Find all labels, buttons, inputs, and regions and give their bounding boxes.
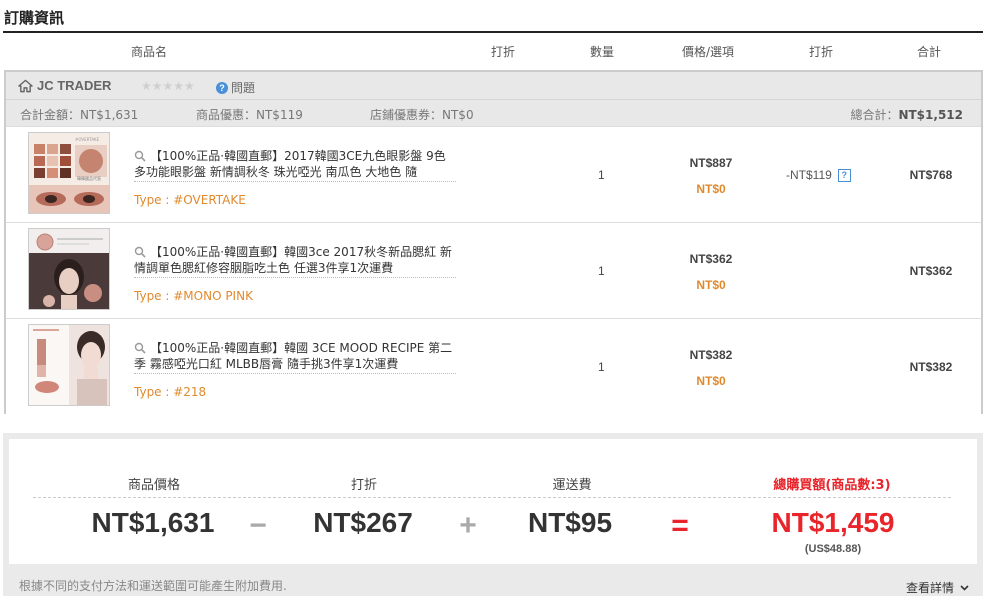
summary-total: NT$1,459 (771, 507, 895, 538)
question-link[interactable]: ? 問題 (216, 79, 255, 96)
product-thumbnail[interactable]: #OVERTAKE 韓韓國品代直 (28, 132, 110, 214)
dotted-divider (134, 277, 456, 278)
summary-product-price: NT$1,631 (91, 507, 215, 538)
thumb-label: #OVERTAKE (75, 137, 100, 142)
product-thumbnail[interactable] (28, 228, 110, 310)
summary-product-price-label: 商品價格 (127, 478, 180, 493)
item-total: NT$362 (909, 264, 953, 278)
col-header-price-option: 價格/選項 (682, 45, 735, 59)
col-header-quantity: 數量 (590, 45, 615, 59)
dotted-divider (134, 181, 456, 182)
view-details-link[interactable]: 查看詳情 (906, 579, 969, 596)
product-title-link[interactable]: 【100%正品·韓國直郵】2017韓國3CE九色眼影盤 9色多功能眼影盤 新情調… (134, 148, 456, 180)
item-price: NT$382 (689, 348, 733, 362)
search-icon (134, 246, 146, 258)
product-title: 【100%正品·韓國直郵】韓國3ce 2017秋冬新品腮紅 新情調單色腮紅修容胭… (134, 245, 452, 275)
thumb-caption: 韓韓國品代直 (77, 175, 101, 181)
col-header-product: 商品名 (131, 45, 168, 59)
item-price: NT$362 (689, 252, 733, 266)
chevron-down-icon (960, 584, 969, 591)
shop-order-box: JC TRADER ★★★★★ ? 問題 合計金額：NT$1,631 商品優惠：… (4, 70, 983, 414)
eyeshadow-palette-image: #OVERTAKE 韓韓國品代直 (29, 133, 109, 213)
plus-operator: + (459, 509, 477, 542)
product-type: Type : #218 (134, 385, 207, 399)
item-option-price: NT$0 (696, 278, 726, 292)
summary-discount-label: 打折 (350, 478, 377, 493)
view-details-label: 查看詳情 (905, 581, 954, 595)
shop-name-link[interactable]: JC TRADER (18, 78, 111, 93)
search-icon (134, 342, 146, 354)
search-icon (134, 150, 146, 162)
item-discount-value: -NT$119 (786, 168, 832, 182)
shop-product-discount: 商品優惠：NT$119 (196, 108, 303, 122)
question-icon: ? (216, 81, 228, 94)
summary-total-usd: (US$48.88) (804, 543, 862, 555)
product-title: 【100%正品·韓國直郵】2017韓國3CE九色眼影盤 9色多功能眼影盤 新情調… (134, 149, 446, 179)
item-option-price: NT$0 (696, 374, 726, 388)
col-header-discount: 打折 (491, 45, 516, 59)
shop-name: JC TRADER (37, 78, 112, 93)
product-title-link[interactable]: 【100%正品·韓國直郵】韓國3ce 2017秋冬新品腮紅 新情調單色腮紅修容胭… (134, 244, 456, 276)
item-quantity: 1 (598, 168, 605, 182)
summary-card: 商品價格 打折 運送費 總購買額(商品數:3) NT$1,631 − NT$26… (9, 439, 977, 564)
home-icon (18, 79, 33, 92)
lipstick-product-image (29, 325, 109, 405)
shop-header-divider (6, 99, 981, 100)
summary-shipping: NT$95 (527, 507, 613, 538)
rating-stars: ★★★★★ (141, 79, 195, 93)
col-header-total: 合計 (917, 45, 942, 59)
dotted-divider (134, 373, 456, 374)
order-summary-panel: 商品價格 打折 運送費 總購買額(商品數:3) NT$1,631 − NT$26… (3, 433, 983, 596)
minus-operator: − (249, 509, 267, 542)
shop-subtotal: 合計金額：NT$1,631 (20, 108, 139, 122)
item-quantity: 1 (598, 264, 605, 278)
item-option-price: NT$0 (696, 182, 726, 196)
product-title-link[interactable]: 【100%正品·韓國直郵】韓國 3CE MOOD RECIPE 第二季 霧感啞光… (134, 340, 456, 372)
item-total: NT$382 (909, 360, 953, 374)
product-type: Type : #OVERTAKE (134, 193, 246, 207)
shop-header: JC TRADER ★★★★★ ? 問題 合計金額：NT$1,631 商品優惠：… (6, 72, 981, 126)
discount-help-icon[interactable]: ? (837, 168, 851, 182)
shop-coupon: 店鋪優惠券：NT$0 (370, 108, 474, 122)
grand-total-label: 總合計： (850, 108, 899, 122)
order-item-row: 【100%正品·韓國直郵】韓國3ce 2017秋冬新品腮紅 新情調單色腮紅修容胭… (6, 222, 981, 318)
col-header-discount-2: 打折 (809, 45, 834, 59)
section-title: 訂購資訊 (4, 9, 65, 27)
surcharge-footnote: 根據不同的支付方法和運送範圍可能產生附加費用. (19, 579, 287, 593)
summary-dashed-divider (33, 497, 951, 498)
equals-operator: = (671, 509, 689, 542)
title-divider (3, 31, 983, 33)
summary-total-label: 總購買額(商品數:3) (773, 478, 891, 493)
grand-total-value: NT$1,512 (898, 108, 963, 122)
item-discount: -NT$119 ? (786, 168, 851, 182)
question-label: 問題 (231, 81, 256, 95)
item-total: NT$768 (909, 168, 953, 182)
order-item-row: 【100%正品·韓國直郵】韓國 3CE MOOD RECIPE 第二季 霧感啞光… (6, 318, 981, 414)
shop-grand-total: 總合計：NT$1,512 (850, 106, 963, 123)
product-type: Type : #MONO PINK (134, 289, 253, 303)
item-quantity: 1 (598, 360, 605, 374)
blush-product-image (29, 229, 109, 309)
order-item-row: #OVERTAKE 韓韓國品代直 【100%正品·韓國直郵】2017韓國3CE九… (6, 126, 981, 222)
product-title: 【100%正品·韓國直郵】韓國 3CE MOOD RECIPE 第二季 霧感啞光… (134, 341, 453, 371)
summary-discount: NT$267 (313, 507, 413, 538)
item-price: NT$887 (689, 156, 733, 170)
product-thumbnail[interactable] (28, 324, 110, 406)
summary-shipping-label: 運送費 (552, 478, 592, 493)
